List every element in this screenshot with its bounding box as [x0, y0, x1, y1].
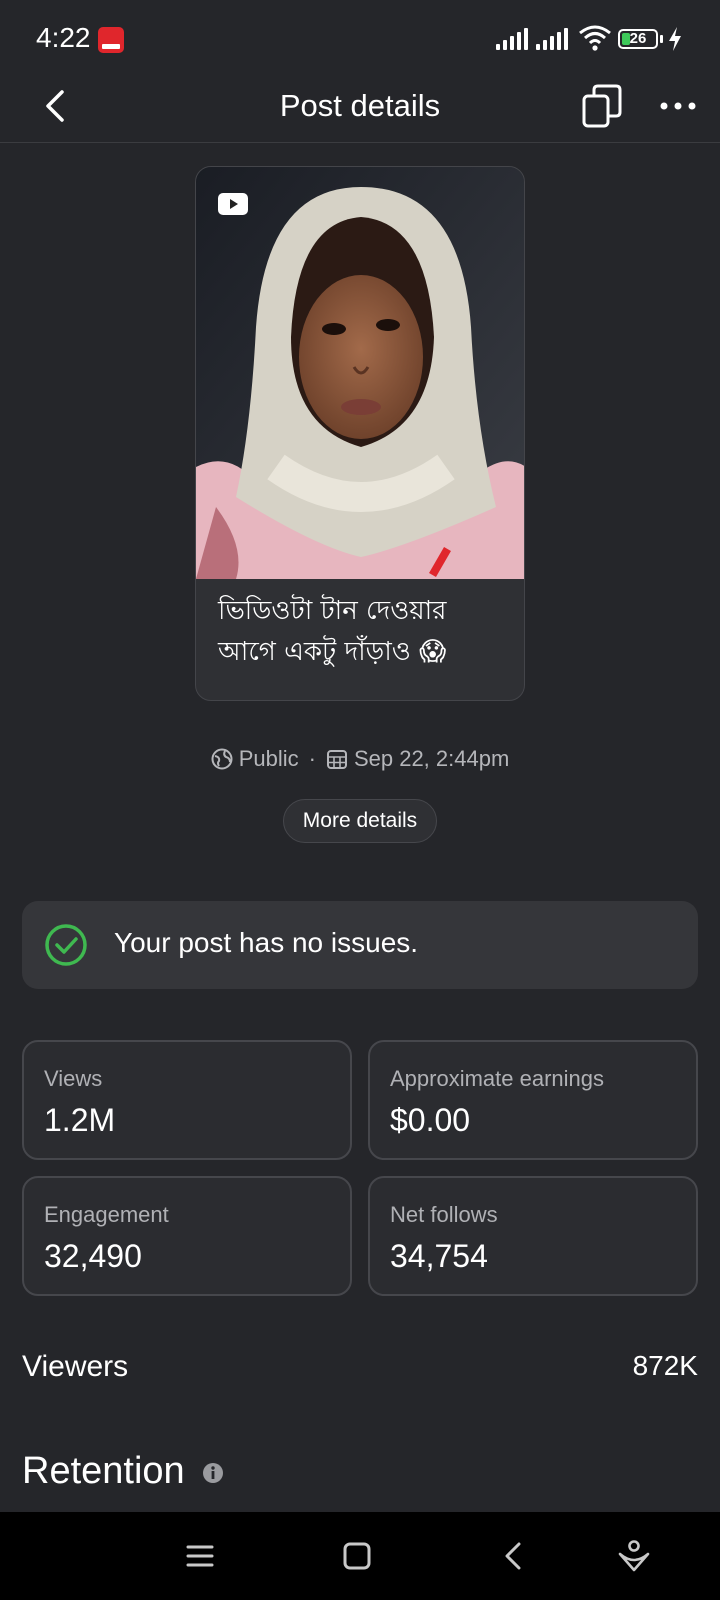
cellular-signal-icon	[536, 28, 568, 50]
system-navigation-bar	[0, 1512, 720, 1600]
battery-tip	[660, 35, 663, 43]
viewers-value: 872K	[632, 1350, 698, 1381]
info-icon[interactable]	[202, 1462, 224, 1484]
stat-label: Net follows	[390, 1202, 498, 1227]
status-bar: 4:22 26	[0, 0, 720, 80]
post-meta: Public · Sep 22, 2:44pm	[0, 746, 720, 772]
stat-card-net-follows[interactable]: Net follows 34,754	[368, 1176, 698, 1296]
stat-value: $0.00	[390, 1102, 471, 1138]
more-options-button[interactable]	[656, 84, 700, 128]
visibility-label: Public	[238, 746, 299, 771]
copy-icon[interactable]	[580, 84, 624, 128]
battery-icon: 26	[618, 29, 658, 49]
stat-value: 1.2M	[44, 1102, 116, 1138]
post-date: Sep 22, 2:44pm	[353, 746, 510, 771]
wifi-icon	[579, 25, 611, 51]
stat-label: Engagement	[44, 1202, 169, 1227]
menu-icon[interactable]	[176, 1532, 224, 1580]
assistant-icon[interactable]	[610, 1532, 658, 1580]
back-icon[interactable]	[490, 1532, 538, 1580]
calendar-icon	[326, 750, 347, 769]
status-message: Your post has no issues.	[114, 927, 419, 958]
youtube-play-icon	[218, 193, 248, 215]
stat-label: Views	[44, 1066, 103, 1091]
cellular-signal-icon	[496, 28, 528, 50]
charging-bolt-icon	[669, 27, 681, 51]
stat-value: 34,754	[390, 1238, 488, 1274]
post-caption: ভিডিওটা টান দেওয়ার আগে একটু দাঁড়াও 😱	[218, 596, 447, 667]
stat-label: Approximate earnings	[390, 1066, 605, 1091]
check-circle-icon	[45, 924, 87, 966]
globe-icon	[211, 748, 233, 770]
retention-title: Retention	[22, 1450, 185, 1492]
app-notification-icon	[98, 27, 124, 53]
post-status-card: Your post has no issues.	[22, 901, 698, 989]
stat-card-engagement[interactable]: Engagement 32,490	[22, 1176, 352, 1296]
more-details-button[interactable]: More details	[283, 799, 437, 843]
stat-card-views[interactable]: Views 1.2M	[22, 1040, 352, 1160]
stat-card-earnings[interactable]: Approximate earnings $0.00	[368, 1040, 698, 1160]
home-square-icon[interactable]	[333, 1532, 381, 1580]
post-preview-card[interactable]: ভিডিওটা টান দেওয়ার আগে একটু দাঁড়াও 😱	[195, 166, 525, 701]
stat-value: 32,490	[44, 1238, 142, 1274]
meta-separator: ·	[308, 746, 316, 771]
top-app-bar: Post details	[0, 80, 720, 143]
viewers-label: Viewers	[22, 1350, 129, 1383]
status-time: 4:22	[36, 22, 91, 53]
battery-level: 26	[629, 30, 647, 47]
video-thumbnail	[196, 167, 524, 579]
